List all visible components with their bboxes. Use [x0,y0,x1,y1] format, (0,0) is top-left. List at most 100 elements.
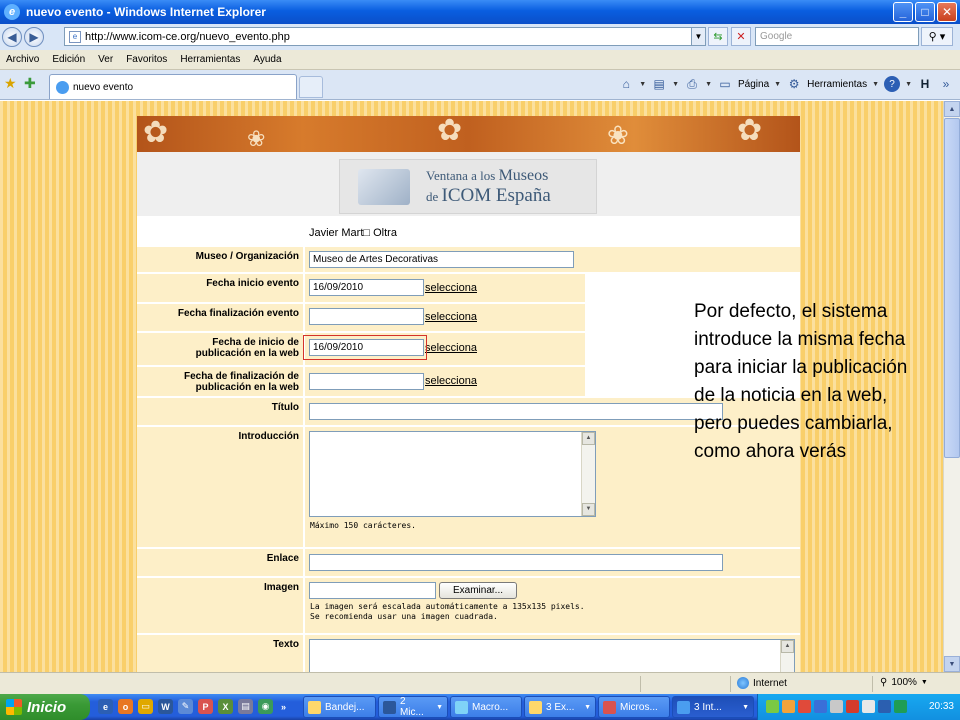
forward-arrow-icon: ▶ [29,30,39,44]
home-icon[interactable]: ⌂ [618,76,634,92]
taskbar-item-word[interactable]: 2 Mic... ▼ [378,696,448,718]
tab-nuevo-evento[interactable]: nuevo evento [49,74,297,99]
zoom-control[interactable]: ⚲ 100% ▼ [880,677,928,688]
tray-ati-icon[interactable] [846,700,859,713]
tray-app-icon[interactable] [814,700,827,713]
stop-button[interactable]: ✕ [731,27,751,46]
favorites-star-icon[interactable]: ★ [4,75,17,92]
tools-dropdown-icon[interactable]: ▼ [872,81,879,88]
fecha-fin-select-link[interactable]: selecciona [425,311,477,323]
menu-herramientas[interactable]: Herramientas [180,54,240,65]
scroll-up-icon[interactable]: ▲ [582,432,595,445]
fecha-inicio-select-link[interactable]: selecciona [425,282,477,294]
print-dropdown-icon[interactable]: ▼ [705,81,712,88]
flower-decoration-icon: ✿ [143,116,169,149]
tray-app-icon[interactable] [798,700,811,713]
quicklaunch-more-icon[interactable]: » [276,699,291,714]
fecha-inicio-input[interactable]: 16/09/2010 [309,279,424,296]
quicklaunch-word-icon[interactable]: W [158,699,173,714]
pub-inicio-label-line1: Fecha de inicio de [212,337,299,348]
scrollbar-thumb[interactable] [944,118,960,458]
logo-text-b: Museos [498,166,549,184]
security-zone[interactable]: Internet [737,677,787,689]
print-icon[interactable]: ⎙ [684,76,700,92]
pub-inicio-label: Fecha de inicio de publicación en la web [137,333,303,365]
page-menu-button[interactable]: Página [738,79,769,90]
add-favorite-icon[interactable]: ✚ [24,75,36,92]
menu-bar: Archivo Edición Ver Favoritos Herramient… [0,50,960,70]
taskbar-item-microsoft[interactable]: Micros... [598,696,670,718]
toolbar-extend-icon[interactable]: » [938,76,954,92]
feeds-icon[interactable]: ▤ [651,76,667,92]
taskbar-item-macro[interactable]: Macro... [450,696,522,718]
pub-inicio-select-link[interactable]: selecciona [425,342,477,354]
close-button[interactable]: ✕ [937,2,957,22]
clock: 20:33 [928,701,954,712]
refresh-button[interactable]: ⇆ [708,27,728,46]
quicklaunch-powerpoint-icon[interactable]: P [198,699,213,714]
tray-app-icon[interactable] [878,700,891,713]
start-button[interactable]: Inicio [0,694,90,720]
url-input[interactable]: e http://www.icom-ce.org/nuevo_evento.ph… [64,27,706,46]
start-label: Inicio [27,698,67,716]
research-icon[interactable]: H [917,76,933,92]
texto-textarea[interactable]: ▲ [309,639,795,672]
pub-fin-select-link[interactable]: selecciona [425,375,477,387]
help-dropdown-icon[interactable]: ▼ [905,81,912,88]
introduccion-textarea[interactable]: ▲ ▼ [309,431,596,517]
current-user: Javier Mart□ Oltra [309,227,397,239]
maximize-button[interactable]: □ [915,2,935,22]
search-button[interactable]: ⚲ ▾ [921,27,953,46]
tray-network-icon[interactable] [862,700,875,713]
menu-edicion[interactable]: Edición [52,54,85,65]
scroll-up-icon[interactable]: ▲ [944,101,960,117]
window-title: nuevo evento - Windows Internet Explorer [26,5,266,19]
pub-fin-input[interactable] [309,373,424,390]
imagen-file-input[interactable] [309,582,436,599]
enlace-input[interactable] [309,554,723,571]
logo-text-d: ICOM España [441,184,551,206]
quicklaunch-tool-icon[interactable]: ✎ [178,699,193,714]
examinar-button[interactable]: Examinar... [439,582,517,599]
quicklaunch-outlook-icon[interactable]: o [118,699,133,714]
fecha-fin-input[interactable] [309,308,424,325]
url-dropdown-button[interactable]: ▼ [691,27,706,46]
help-icon[interactable]: ? [884,76,901,92]
tray-app-icon[interactable] [782,700,795,713]
introduccion-label: Introducción [137,427,303,547]
taskbar-item-bandeja[interactable]: Bandej... [303,696,376,718]
feeds-dropdown-icon[interactable]: ▼ [672,81,679,88]
tray-volume-icon[interactable] [830,700,843,713]
scroll-down-icon[interactable]: ▼ [582,503,595,516]
home-dropdown-icon[interactable]: ▼ [639,81,646,88]
titulo-input[interactable] [309,403,723,420]
introduccion-scrollbar[interactable]: ▲ ▼ [581,432,595,516]
task-label: Bandej... [325,701,365,713]
quicklaunch-excel-icon[interactable]: X [218,699,233,714]
forward-button[interactable]: ▶ [24,27,44,47]
menu-ver[interactable]: Ver [98,54,113,65]
quicklaunch-folder-icon[interactable]: ▭ [138,699,153,714]
tray-app-icon[interactable] [766,700,779,713]
taskbar-item-internet[interactable]: 3 Int... ▼ [672,696,754,718]
menu-favoritos[interactable]: Favoritos [126,54,167,65]
search-input[interactable]: Google [755,27,919,46]
page-scrollbar[interactable]: ▲ ▼ [943,101,960,672]
quicklaunch-notepad-icon[interactable]: ▤ [238,699,253,714]
new-tab-button[interactable] [299,76,323,98]
minimize-button[interactable]: _ [893,2,913,22]
menu-ayuda[interactable]: Ayuda [253,54,281,65]
back-button[interactable]: ◀ [2,27,22,47]
scroll-up-icon[interactable]: ▲ [781,640,794,653]
taskbar-item-explorer[interactable]: 3 Ex... ▼ [524,696,596,718]
quicklaunch-ie-icon[interactable]: e [98,699,113,714]
tools-menu-button[interactable]: Herramientas [807,79,867,90]
page-dropdown-icon[interactable]: ▼ [774,81,781,88]
texto-scrollbar[interactable]: ▲ [780,640,794,672]
flower-decoration-icon: ✿ [437,116,463,147]
museo-input[interactable]: Museo de Artes Decorativas [309,251,574,268]
scroll-down-icon[interactable]: ▼ [944,656,960,672]
menu-archivo[interactable]: Archivo [6,54,39,65]
quicklaunch-app-icon[interactable]: ◉ [258,699,273,714]
tray-app-icon[interactable] [894,700,907,713]
